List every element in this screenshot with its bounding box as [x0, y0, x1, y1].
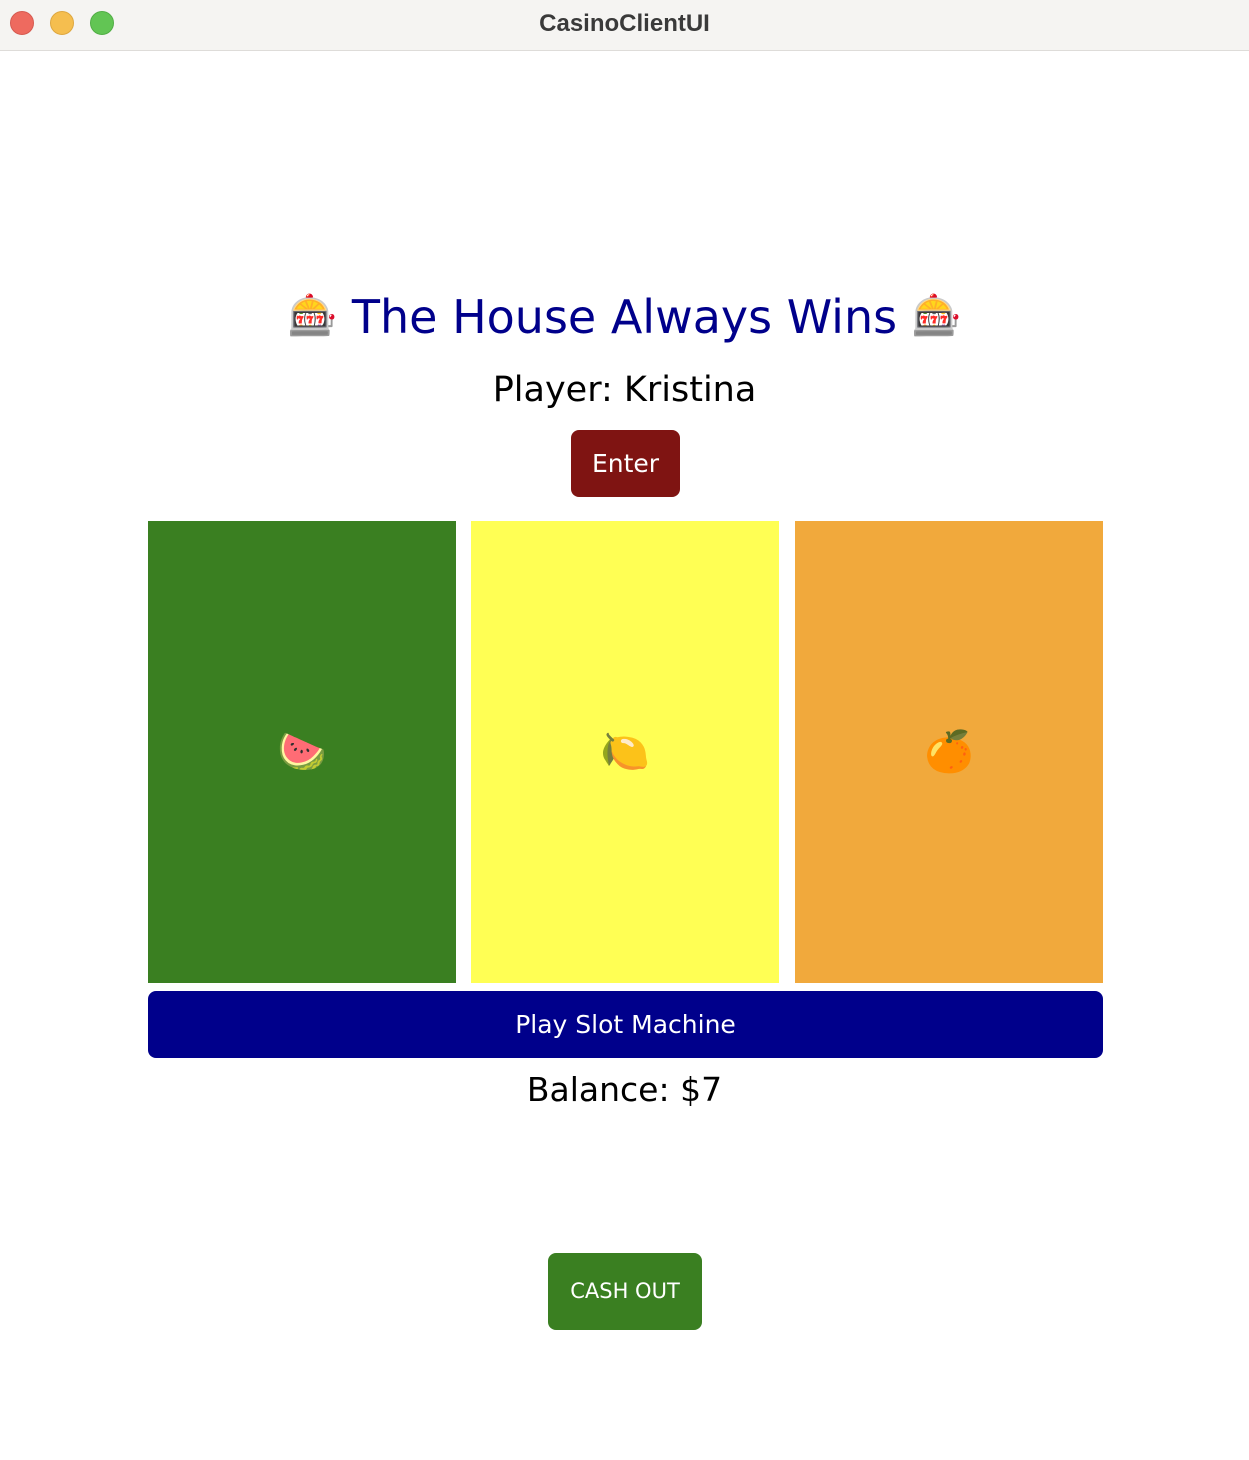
- slot-reel-3: 🍊: [795, 521, 1103, 983]
- balance-display: Balance: $7: [0, 1064, 1249, 1116]
- lemon-icon: 🍋: [600, 729, 650, 775]
- slot-machine-icon: 🎰: [287, 293, 338, 339]
- player-info: Player: Kristina: [0, 364, 1249, 416]
- slot-reel-2: 🍋: [471, 521, 779, 983]
- play-slot-machine-button[interactable]: Play Slot Machine: [148, 991, 1103, 1058]
- window-title: CasinoClientUI: [539, 10, 710, 37]
- orange-icon: 🍊: [924, 729, 974, 775]
- watermelon-icon: 🍉: [277, 729, 327, 775]
- balance-value: $7: [680, 1070, 723, 1109]
- title-bar: CasinoClientUI: [0, 0, 1249, 51]
- casino-window: CasinoClientUI 🎰 The House Always Wins 🎰…: [0, 0, 1249, 1460]
- slot-machine-icon: 🎰: [911, 293, 962, 339]
- cash-out-button[interactable]: CASH OUT: [548, 1253, 702, 1330]
- player-label: Player:: [492, 370, 613, 410]
- page-title-text: The House Always Wins: [351, 290, 898, 344]
- slot-reel-1: 🍉: [148, 521, 456, 983]
- player-name: Kristina: [623, 370, 757, 410]
- balance-label: Balance:: [526, 1070, 670, 1109]
- enter-button[interactable]: Enter: [571, 430, 680, 497]
- page-title: 🎰 The House Always Wins 🎰: [0, 284, 1249, 349]
